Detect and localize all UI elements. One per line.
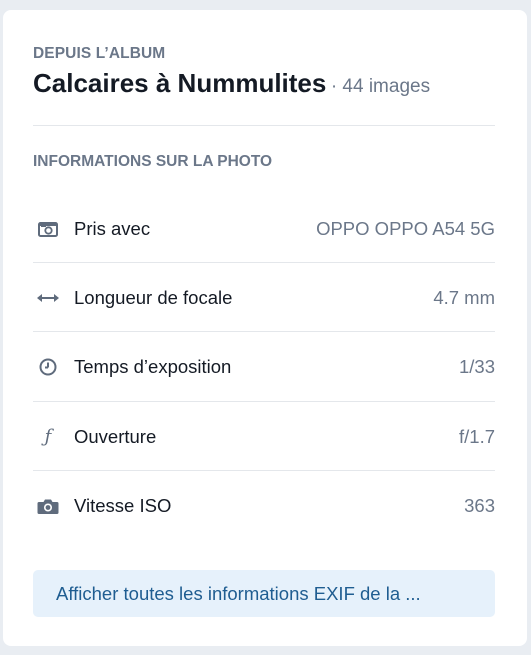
- info-value: 363: [464, 495, 495, 516]
- camera-icon: [33, 471, 63, 540]
- info-label: Longueur de focale: [74, 287, 233, 308]
- info-row-aperture: ƒ Ouverture f/1.7: [33, 402, 495, 471]
- aperture-f-glyph: ƒ: [44, 426, 52, 447]
- info-row-iso: Vitesse ISO 363: [33, 471, 495, 540]
- info-label: Vitesse ISO: [74, 495, 172, 516]
- section-title: INFORMATIONS SUR LA PHOTO: [33, 153, 273, 170]
- info-label: Ouverture: [74, 426, 157, 447]
- info-row-camera: Pris avec OPPO OPPO A54 5G: [33, 194, 495, 263]
- info-label: Temps d’exposition: [74, 356, 232, 377]
- aperture-f-icon: ƒ: [33, 402, 63, 471]
- double-arrow-icon: [33, 263, 63, 332]
- album-title[interactable]: Calcaires à Nummulites: [33, 68, 326, 98]
- show-all-exif-button[interactable]: Afficher toutes les informations EXIF de…: [33, 570, 495, 617]
- album-heading: Calcaires à Nummulites · 44 images: [33, 68, 430, 99]
- info-value: OPPO OPPO A54 5G: [316, 218, 495, 239]
- info-value: 1/33: [458, 356, 495, 377]
- album-image-count: · 44 images: [330, 76, 431, 97]
- info-row-focal-length: Longueur de focale 4.7 mm: [33, 263, 495, 332]
- album-kicker: DEPUIS L’ALBUM: [33, 45, 166, 62]
- header-divider: [33, 125, 495, 126]
- photo-info-card: DEPUIS L’ALBUM Calcaires à Nummulites · …: [3, 10, 527, 646]
- info-row-exposure: Temps d’exposition 1/33: [33, 332, 495, 401]
- clock-icon: [33, 332, 63, 401]
- camera-frame-icon: [33, 194, 63, 263]
- info-label: Pris avec: [74, 218, 151, 239]
- info-value: 4.7 mm: [433, 287, 495, 308]
- info-value: f/1.7: [459, 426, 495, 447]
